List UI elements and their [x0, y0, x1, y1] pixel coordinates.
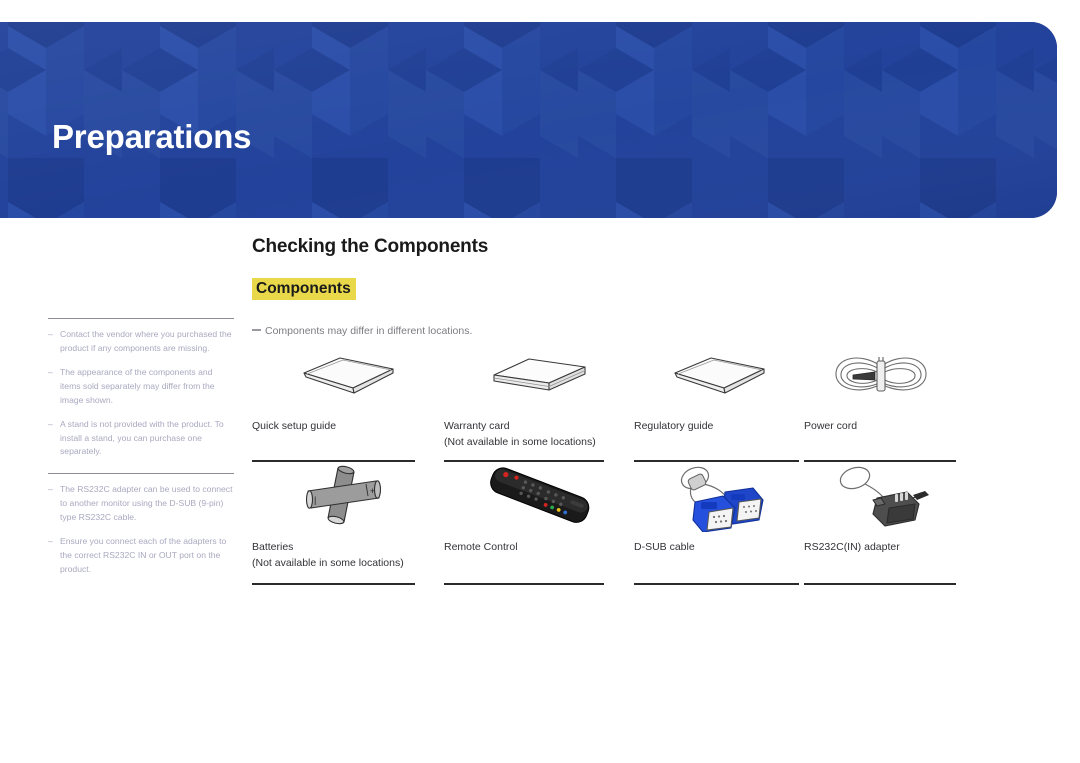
- note-item: – Contact the vendor where you purchased …: [48, 328, 234, 356]
- note-item: – The appearance of the components and it…: [48, 366, 234, 408]
- regulatory-guide-icon: [674, 357, 765, 394]
- quick-setup-guide-icon: [303, 357, 394, 394]
- rs232c-in-adapter-art: [804, 459, 958, 535]
- d-sub-cable-icon: [680, 466, 764, 532]
- power-cord-icon: [835, 357, 927, 392]
- batteries-art: + |: [252, 459, 444, 535]
- note-dash-icon: –: [48, 366, 53, 377]
- component-item: Power cord: [804, 338, 958, 462]
- component-labels: Remote Control: [444, 535, 634, 555]
- component-divider: [252, 582, 415, 585]
- quick-setup-guide-art: [252, 338, 444, 414]
- note-item: – A stand is not provided with the produc…: [48, 418, 234, 460]
- components-note: Components may differ in different locat…: [252, 325, 472, 337]
- warranty-card-icon: [493, 358, 586, 391]
- component-item: RS232C(IN) adapter: [804, 459, 958, 585]
- note-dash-icon: [252, 329, 261, 332]
- component-label-secondary: (Not available in some locations): [252, 556, 404, 569]
- component-divider: [634, 582, 799, 585]
- remote-control-icon: [490, 466, 590, 523]
- component-label-primary: Power cord: [804, 420, 858, 432]
- page-title: Preparations: [52, 118, 252, 155]
- component-labels: Batteries (Not available in some location…: [252, 535, 444, 572]
- component-labels: RS232C(IN) adapter: [804, 535, 958, 555]
- component-label-primary: Regulatory guide: [634, 420, 714, 432]
- component-labels: Quick setup guide: [252, 414, 444, 434]
- notes-group: – Contact the vendor where you purchased …: [48, 318, 234, 459]
- component-item: Quick setup guide: [252, 338, 444, 462]
- components-grid: Quick setup guide Warranty card (Not avai…: [252, 338, 958, 585]
- component-labels: Regulatory guide: [634, 414, 804, 434]
- content-area: Checking the Components Components Compo…: [0, 218, 1080, 763]
- note-dash-icon: –: [48, 418, 53, 429]
- note-dash-icon: –: [48, 536, 53, 547]
- note-dash-icon: –: [48, 329, 53, 339]
- note-text: Contact the vendor where you purchased t…: [60, 329, 232, 353]
- component-label-primary: D-SUB cable: [634, 540, 695, 553]
- batteries-icon: + |: [305, 465, 382, 524]
- component-labels: D-SUB cable: [634, 535, 804, 555]
- component-labels: Warranty card (Not available in some loca…: [444, 414, 634, 451]
- warranty-card-art: [444, 338, 634, 414]
- remote-control-art: [444, 459, 634, 535]
- component-divider: [444, 582, 604, 585]
- note-text: A stand is not provided with the product…: [60, 418, 224, 457]
- note-item: – Ensure you connect each of the adapters…: [48, 535, 234, 577]
- component-item: D-SUB cable: [634, 459, 804, 585]
- page-header-banner: Preparations: [0, 22, 1057, 218]
- regulatory-guide-art: [634, 338, 804, 414]
- notes-group: – The RS232C adapter can be used to conne…: [48, 473, 234, 577]
- component-item: + | Batteries (Not available in some loca…: [252, 459, 444, 585]
- note-dash-icon: –: [48, 484, 53, 495]
- component-labels: Power cord: [804, 414, 958, 434]
- component-label-primary: Warranty card: [444, 420, 510, 432]
- component-item: Remote Control: [444, 459, 634, 585]
- section-title: Checking the Components: [252, 236, 489, 257]
- rs232c-in-adapter-icon: [839, 466, 929, 527]
- note-text: The RS232C adapter can be used to connec…: [60, 484, 233, 523]
- components-row: Quick setup guide Warranty card (Not avai…: [252, 338, 958, 462]
- component-item: Regulatory guide: [634, 338, 804, 462]
- note-text: Ensure you connect each of the adapters …: [60, 536, 227, 574]
- components-note-text: Components may differ in different locat…: [265, 325, 473, 337]
- svg-text:+: +: [370, 486, 375, 496]
- power-cord-art: [804, 338, 958, 414]
- components-row: + | Batteries (Not available in some loca…: [252, 459, 958, 585]
- note-item: – The RS232C adapter can be used to conne…: [48, 483, 234, 525]
- svg-text:|: |: [314, 495, 316, 505]
- component-label-primary: Remote Control: [444, 540, 518, 553]
- component-divider: [804, 582, 956, 585]
- note-text: The appearance of the components and ite…: [60, 366, 215, 405]
- component-label-primary: Quick setup guide: [252, 420, 337, 432]
- component-item: Warranty card (Not available in some loca…: [444, 338, 634, 462]
- subsection-title: Components: [252, 278, 356, 301]
- d-sub-cable-art: [634, 459, 804, 535]
- component-label-primary: RS232C(IN) adapter: [804, 540, 900, 553]
- component-label-secondary: (Not available in some locations): [444, 436, 596, 449]
- sidebar-notes: – Contact the vendor where you purchased …: [48, 318, 234, 579]
- component-label-primary: Batteries: [252, 540, 294, 553]
